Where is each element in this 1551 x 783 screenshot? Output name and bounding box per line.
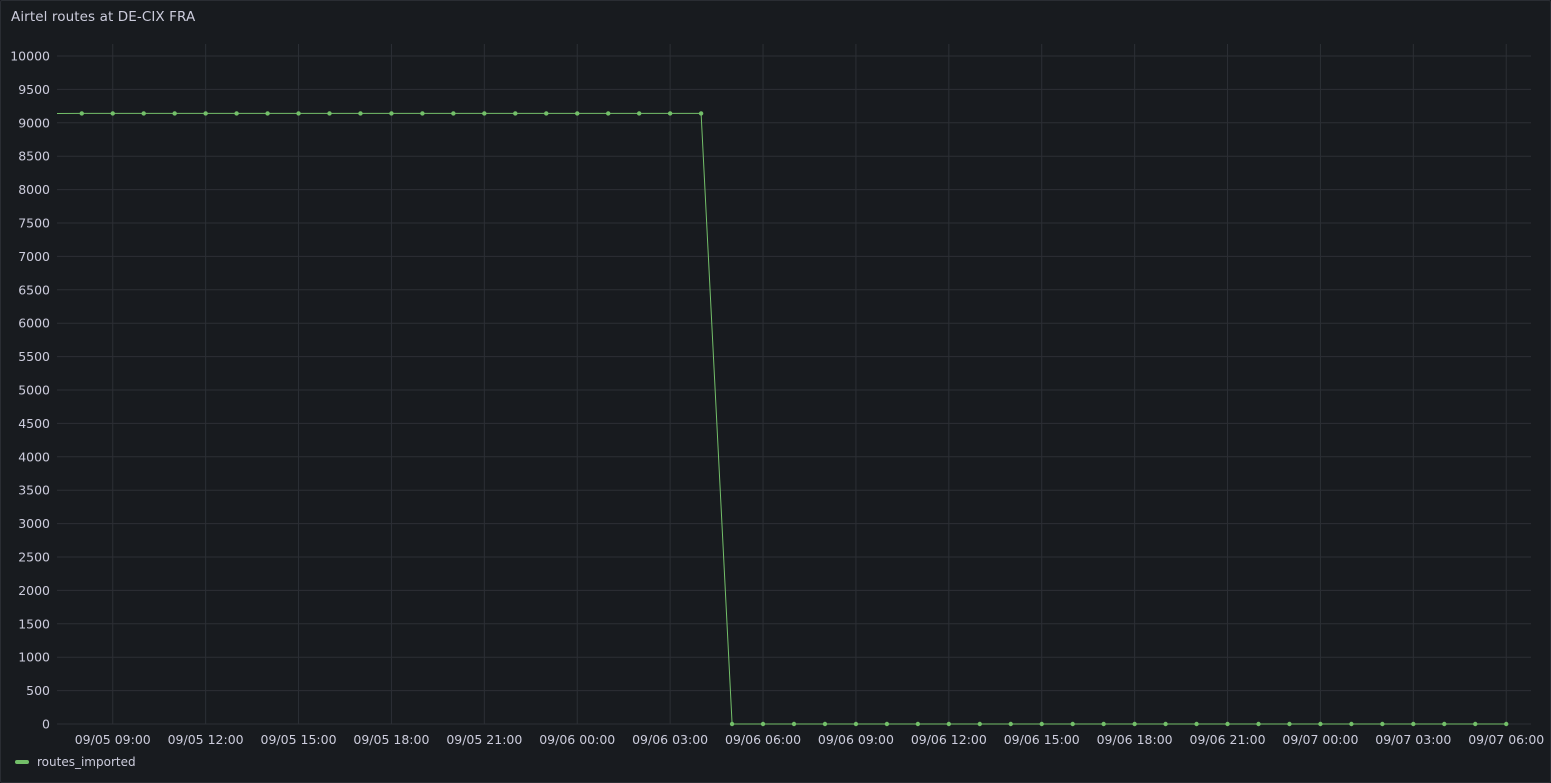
data-point[interactable]	[172, 111, 177, 116]
data-point[interactable]	[1256, 721, 1261, 727]
data-point[interactable]	[1132, 721, 1137, 727]
x-tick-label: 09/06 18:00	[1097, 732, 1173, 747]
data-point[interactable]	[420, 111, 425, 116]
data-point[interactable]	[79, 111, 84, 116]
data-point[interactable]	[575, 111, 580, 116]
data-point[interactable]	[1008, 721, 1013, 727]
data-point[interactable]	[296, 111, 301, 116]
y-tick-label: 2000	[18, 583, 50, 598]
x-tick-label: 09/05 21:00	[446, 732, 522, 747]
data-point[interactable]	[698, 111, 704, 116]
data-point[interactable]	[1473, 721, 1478, 727]
y-tick-label: 4000	[18, 449, 50, 464]
y-tick-label: 8000	[18, 182, 50, 197]
data-point[interactable]	[1194, 721, 1199, 727]
x-tick-label: 09/06 03:00	[632, 732, 708, 747]
y-tick-label: 3500	[18, 483, 50, 498]
data-point[interactable]	[946, 721, 952, 727]
data-point[interactable]	[1101, 721, 1106, 727]
y-tick-label: 7500	[18, 216, 50, 231]
y-axis: 0 500 1000 1500 2000 2500 3000 3500 4000 4500 5000…	[10, 49, 50, 732]
data-point[interactable]	[636, 111, 642, 116]
legend-item-routes-imported[interactable]: routes_imported	[15, 755, 136, 769]
y-tick-label: 7000	[18, 249, 50, 264]
time-series-plot[interactable]: 0 500 1000 1500 2000 2500 3000 3500 4000 4500 5000…	[1, 1, 1550, 782]
data-point[interactable]	[1380, 721, 1385, 727]
data-point[interactable]	[110, 111, 115, 116]
y-tick-label: 2500	[18, 550, 50, 565]
x-tick-label: 09/07 03:00	[1375, 732, 1451, 747]
data-point[interactable]	[1504, 721, 1509, 727]
data-point[interactable]	[358, 111, 363, 116]
data-point[interactable]	[1442, 721, 1447, 727]
x-tick-label: 09/07 06:00	[1468, 732, 1544, 747]
x-tick-label: 09/07 00:00	[1282, 732, 1358, 747]
series-routes-imported[interactable]	[56, 111, 1509, 727]
x-tick-label: 09/06 06:00	[725, 732, 801, 747]
x-tick-label: 09/06 00:00	[539, 732, 615, 747]
x-tick-label: 09/06 15:00	[1004, 732, 1080, 747]
x-tick-label: 09/05 18:00	[353, 732, 429, 747]
data-point[interactable]	[1163, 721, 1168, 727]
data-point[interactable]	[760, 721, 766, 727]
data-point[interactable]	[1225, 721, 1230, 727]
x-tick-label: 09/06 12:00	[911, 732, 987, 747]
data-point[interactable]	[482, 111, 487, 116]
data-point[interactable]	[544, 111, 549, 116]
data-point[interactable]	[327, 111, 332, 116]
y-tick-label: 8500	[18, 149, 50, 164]
y-tick-label: 3000	[18, 516, 50, 531]
x-tick-label: 09/05 12:00	[168, 732, 244, 747]
y-tick-label: 6000	[18, 316, 50, 331]
y-tick-label: 1500	[18, 616, 50, 631]
y-tick-label: 6500	[18, 282, 50, 297]
data-point[interactable]	[1287, 721, 1292, 727]
y-tick-label: 5500	[18, 349, 50, 364]
series-line-routes-imported[interactable]	[56, 112, 1507, 725]
data-point[interactable]	[606, 111, 611, 116]
data-point[interactable]	[977, 721, 982, 727]
data-point[interactable]	[1039, 721, 1044, 727]
y-tick-label: 1000	[18, 650, 50, 665]
data-point[interactable]	[853, 721, 859, 727]
data-point[interactable]	[265, 111, 270, 116]
data-point[interactable]	[822, 721, 828, 727]
data-point[interactable]	[884, 721, 890, 727]
data-point[interactable]	[513, 111, 518, 116]
x-tick-label: 09/06 21:00	[1190, 732, 1266, 747]
legend-label: routes_imported	[37, 755, 136, 769]
data-point[interactable]	[729, 721, 735, 727]
data-point[interactable]	[1411, 721, 1416, 727]
data-point[interactable]	[915, 721, 921, 727]
data-point[interactable]	[234, 111, 239, 116]
x-axis: 09/05 09:00 09/05 12:00 09/05 15:00 09/05 1…	[75, 732, 1545, 747]
y-tick-label: 500	[26, 683, 50, 698]
y-tick-label: 10000	[10, 49, 50, 64]
y-tick-label: 9500	[18, 82, 50, 97]
data-point[interactable]	[451, 111, 456, 116]
data-point[interactable]	[389, 111, 394, 116]
data-point[interactable]	[791, 721, 797, 727]
data-point[interactable]	[141, 111, 146, 116]
data-point[interactable]	[1349, 721, 1354, 727]
x-tick-label: 09/05 15:00	[261, 732, 337, 747]
x-tick-label: 09/06 09:00	[818, 732, 894, 747]
grid-lines	[57, 44, 1531, 725]
data-point[interactable]	[1070, 721, 1075, 727]
data-point[interactable]	[1318, 721, 1323, 727]
graph-panel: Airtel routes at DE-CIX FRA 0 500 1000 1500…	[0, 0, 1551, 783]
data-point[interactable]	[203, 111, 208, 116]
y-tick-label: 9000	[18, 115, 50, 130]
y-tick-label: 5000	[18, 383, 50, 398]
data-point[interactable]	[667, 111, 673, 116]
y-tick-label: 4500	[18, 416, 50, 431]
y-tick-label: 0	[42, 717, 50, 732]
x-tick-label: 09/05 09:00	[75, 732, 151, 747]
legend-color-swatch	[15, 760, 29, 764]
